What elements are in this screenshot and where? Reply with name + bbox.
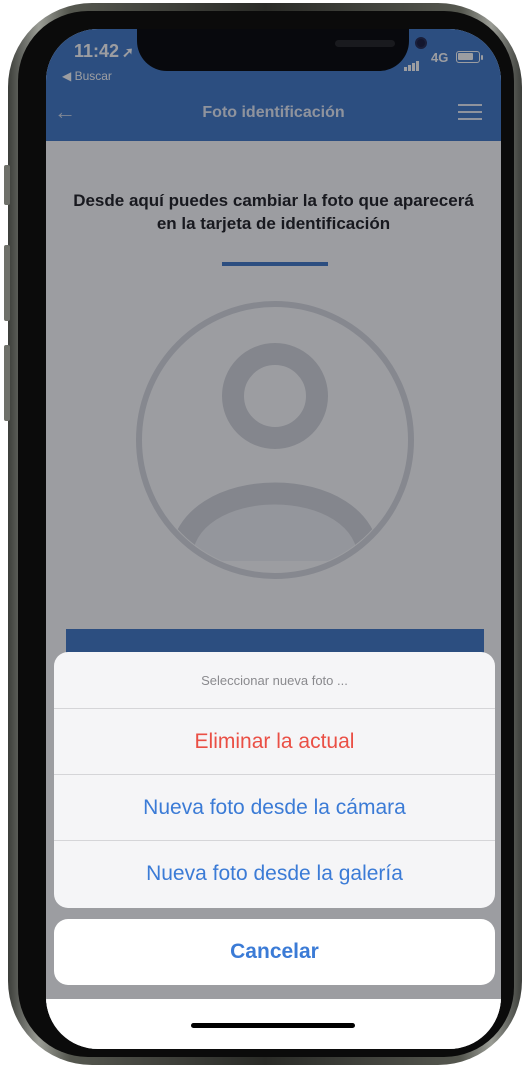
cancel-button[interactable]: Cancelar (54, 919, 495, 985)
new-photo-camera-button[interactable]: Nueva foto desde la cámara (54, 775, 495, 841)
home-indicator[interactable] (191, 1023, 355, 1028)
new-photo-gallery-button[interactable]: Nueva foto desde la galería (54, 841, 495, 907)
action-sheet-title: Seleccionar nueva foto ... (54, 652, 495, 709)
volume-down-button (4, 345, 10, 421)
delete-current-photo-button[interactable]: Eliminar la actual (54, 709, 495, 775)
volume-up-button (4, 245, 10, 321)
home-area (46, 999, 501, 1049)
mute-switch (4, 165, 10, 205)
screen: 11:42 ➚ ◀ Buscar 4G Foto identificación ←… (46, 29, 501, 1049)
action-sheet: Seleccionar nueva foto ... Eliminar la a… (54, 652, 495, 908)
